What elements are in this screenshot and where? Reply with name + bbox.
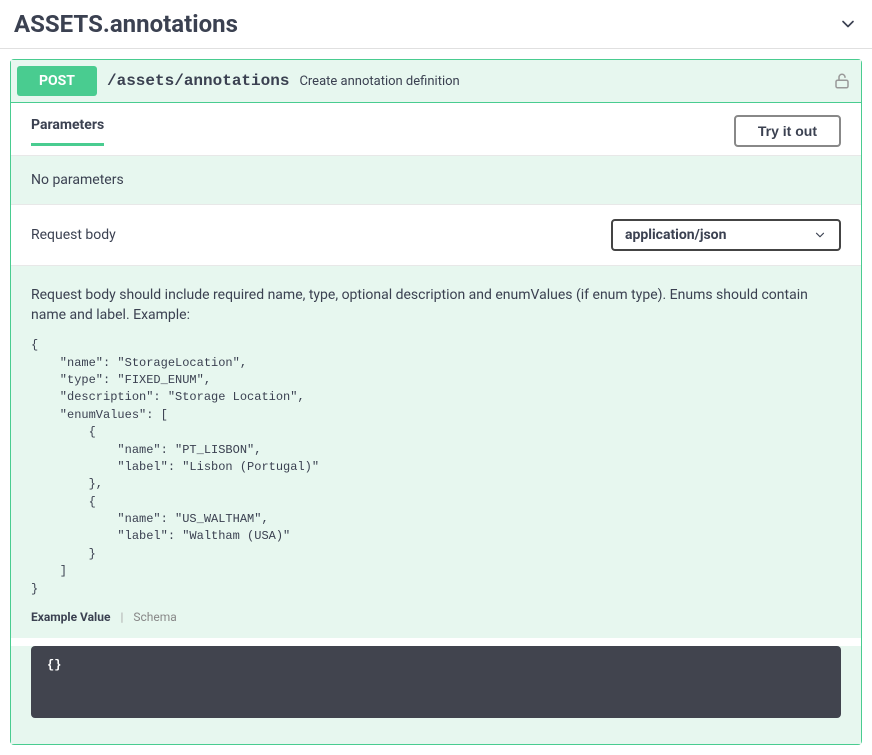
- request-body-example-json: { "name": "StorageLocation", "type": "FI…: [31, 337, 841, 598]
- tab-schema[interactable]: Schema: [133, 610, 176, 624]
- http-method-badge: POST: [17, 66, 97, 96]
- section-title: ASSETS.annotations: [14, 10, 238, 38]
- api-operation-block: POST /assets/annotations Create annotati…: [10, 59, 862, 745]
- request-body-description: Request body should include required nam…: [31, 286, 841, 325]
- example-tabs: Example Value | Schema: [31, 610, 841, 624]
- chevron-down-icon[interactable]: [838, 14, 858, 34]
- content-type-value: application/json: [625, 227, 726, 243]
- content-type-select[interactable]: application/json: [611, 219, 841, 251]
- no-parameters-text: No parameters: [11, 156, 861, 205]
- parameters-header: Parameters Try it out: [11, 103, 861, 156]
- api-summary-text: Create annotation definition: [299, 74, 459, 89]
- example-value-wrapper: {}: [11, 646, 861, 744]
- parameters-tab[interactable]: Parameters: [31, 117, 104, 146]
- try-it-out-button[interactable]: Try it out: [734, 115, 841, 147]
- api-summary-row[interactable]: POST /assets/annotations Create annotati…: [11, 60, 861, 103]
- request-body-label: Request body: [31, 227, 116, 243]
- tab-example-value[interactable]: Example Value: [31, 610, 110, 624]
- unlock-icon[interactable]: [833, 72, 851, 90]
- request-body-description-area: Request body should include required nam…: [11, 266, 861, 638]
- api-path: /assets/annotations: [107, 72, 289, 90]
- tab-divider: |: [120, 610, 123, 624]
- example-value-code[interactable]: {}: [31, 646, 841, 718]
- chevron-down-icon: [813, 228, 827, 242]
- section-header[interactable]: ASSETS.annotations: [0, 0, 872, 49]
- request-body-header: Request body application/json: [11, 205, 861, 266]
